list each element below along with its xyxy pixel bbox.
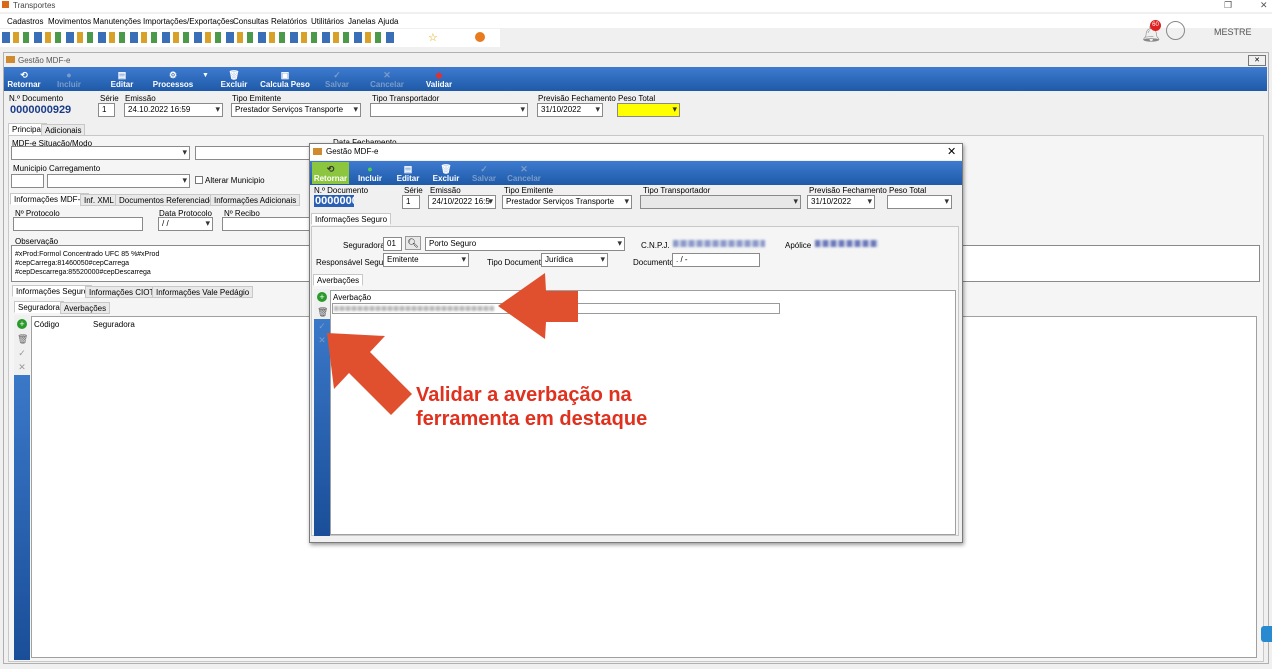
annotation-text: Validar a averbação na ferramenta em des…	[416, 383, 647, 431]
annotation-arrows	[327, 273, 578, 415]
arrow-diagonal-shape	[327, 333, 412, 415]
arrow-right-shape	[498, 273, 578, 339]
annotation-line-1: Validar a averbação na	[416, 384, 632, 406]
annotation-line-2: ferramenta em destaque	[416, 408, 648, 430]
